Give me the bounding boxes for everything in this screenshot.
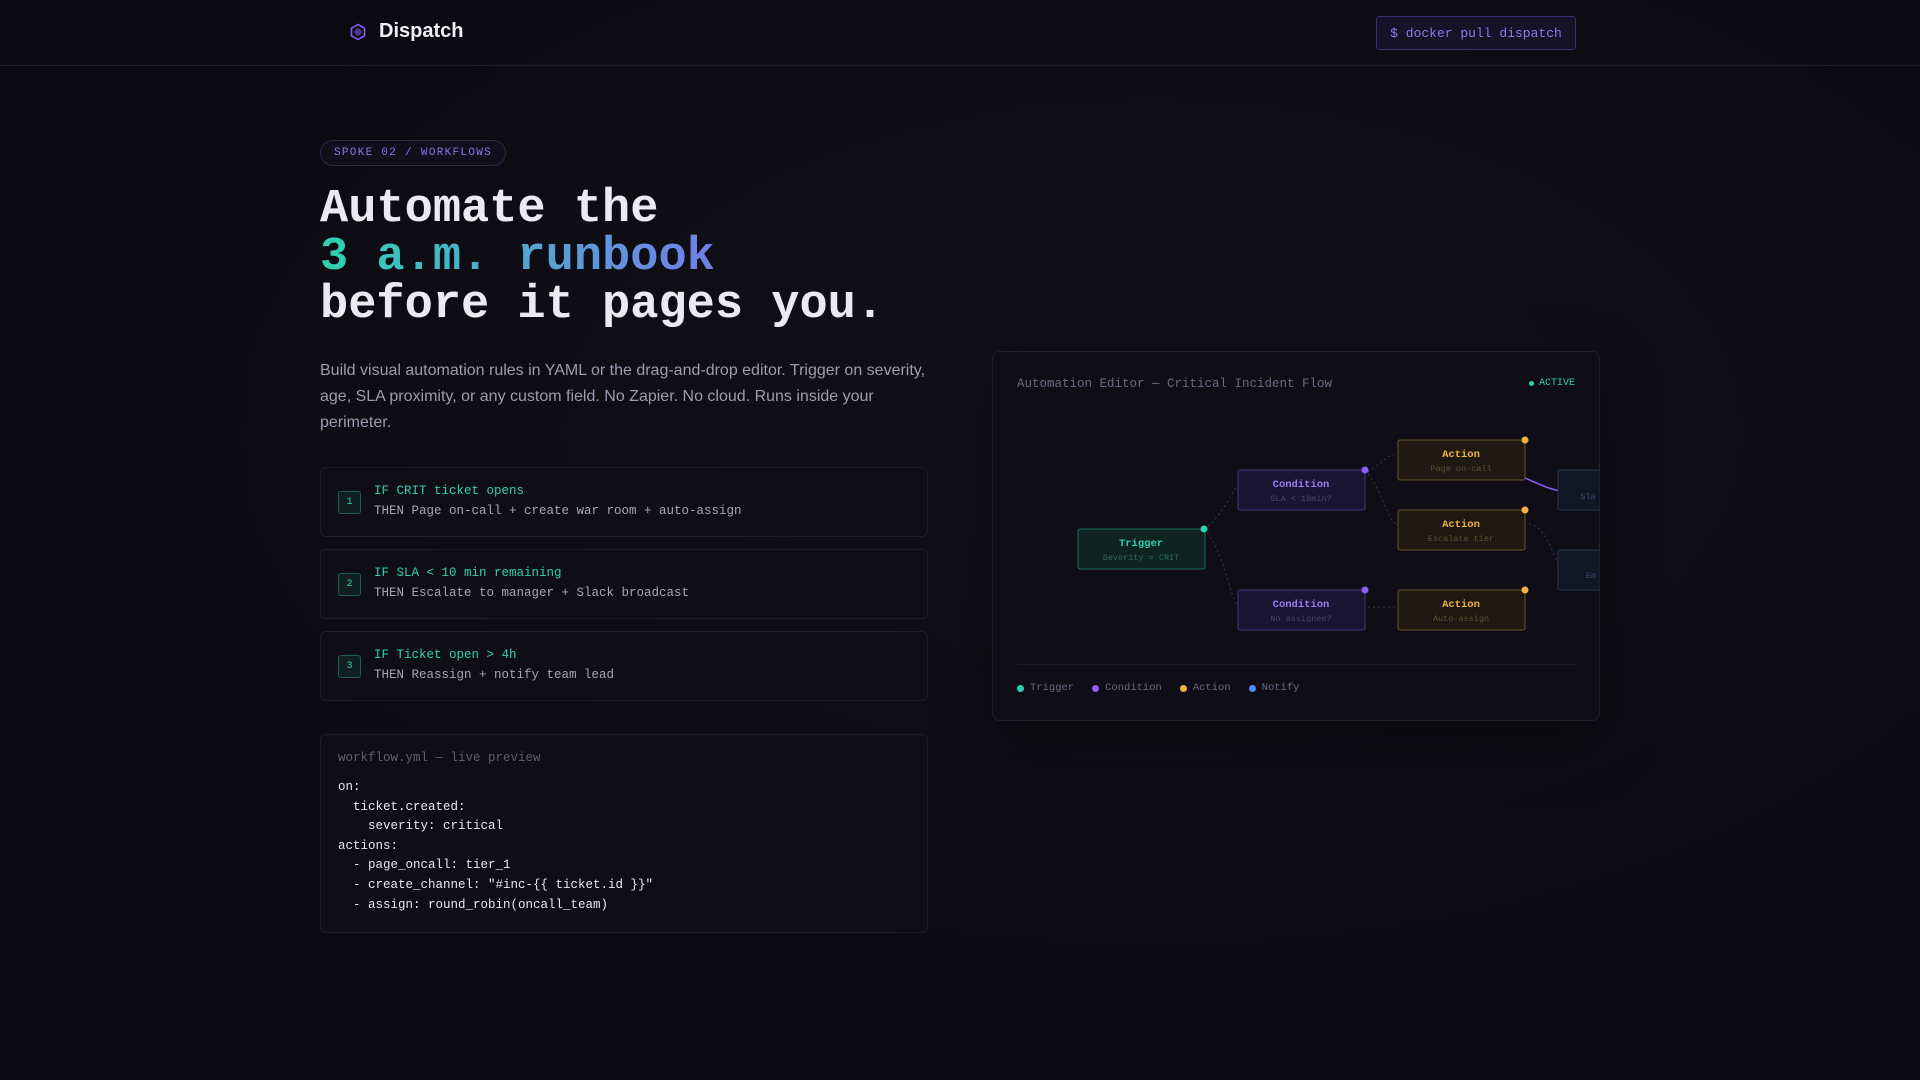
rule-action: THEN Page on-call + create war room + au… bbox=[374, 504, 742, 518]
legend-label: Notify bbox=[1261, 682, 1300, 694]
legend-item-trigger: Trigger bbox=[1017, 682, 1074, 694]
action-node-label: Action bbox=[1442, 449, 1480, 461]
condition-node-detail: SLA < 10min? bbox=[1270, 494, 1331, 504]
yaml-code: on: ticket.created: severity: critical a… bbox=[338, 780, 654, 912]
action-node[interactable]: Action Page on-call bbox=[1397, 436, 1529, 481]
title-line-1: Automate the bbox=[320, 183, 659, 236]
trigger-node[interactable]: Trigger Severity = CRIT bbox=[1077, 525, 1208, 570]
rule-card: 1 IF CRIT ticket opens THEN Page on-call… bbox=[320, 467, 928, 537]
legend-item-action: Action bbox=[1179, 682, 1231, 694]
action-output-port-icon bbox=[1521, 506, 1529, 514]
brand[interactable]: Dispatch bbox=[349, 20, 463, 43]
condition-output-port-icon bbox=[1361, 466, 1369, 474]
action-dot-icon bbox=[1179, 684, 1187, 692]
rule-card: 3 IF Ticket open > 4h THEN Reassign + no… bbox=[320, 631, 928, 701]
condition-output-port-icon bbox=[1361, 586, 1369, 594]
rule-card: 2 IF SLA < 10 min remaining THEN Escalat… bbox=[320, 549, 928, 619]
action-node-label: Action bbox=[1442, 599, 1480, 611]
hero-description: Build visual automation rules in YAML or… bbox=[320, 362, 926, 431]
automation-editor-card: Automation Editor — Critical Incident Fl… bbox=[992, 351, 1600, 721]
rule-number-badge: 3 bbox=[338, 655, 361, 678]
condition-node[interactable]: Condition SLA < 10min? bbox=[1237, 466, 1369, 511]
section-tag: SPOKE 02 / WORKFLOWS bbox=[320, 140, 507, 166]
brand-name: Dispatch bbox=[379, 20, 464, 42]
action-node-detail: Auto-assign bbox=[1433, 614, 1489, 624]
hexagon-logo-icon bbox=[350, 23, 366, 40]
action-output-port-icon bbox=[1521, 436, 1529, 444]
top-nav: Dispatch $ docker pull dispatch bbox=[0, 0, 1920, 66]
docker-pull-button[interactable]: $ docker pull dispatch bbox=[1376, 16, 1576, 50]
title-line-3: before it pages you. bbox=[320, 279, 885, 332]
rule-action: THEN Escalate to manager + Slack broadca… bbox=[374, 586, 690, 600]
legend-label: Action bbox=[1192, 682, 1231, 694]
rule-number-badge: 2 bbox=[338, 573, 361, 596]
action-node[interactable]: Action Auto-assign bbox=[1397, 586, 1529, 631]
page-title: Automate the 3 a.m. runbook before it pa… bbox=[320, 186, 884, 330]
flow-canvas[interactable]: Trigger Severity = CRIT Condition SLA < … bbox=[993, 352, 1600, 664]
trigger-dot-icon bbox=[1017, 684, 1024, 692]
trigger-output-port-icon bbox=[1200, 525, 1208, 533]
condition-dot-icon bbox=[1092, 684, 1100, 692]
legend-label: Condition bbox=[1105, 682, 1162, 694]
action-node-label: Action bbox=[1442, 519, 1480, 531]
notify-node-detail: Em bbox=[1586, 571, 1596, 581]
condition-node-label: Condition bbox=[1273, 479, 1330, 491]
legend-item-notify: Notify bbox=[1248, 682, 1300, 694]
legend-item-condition: Condition bbox=[1092, 682, 1162, 694]
yaml-preview-title: workflow.yml — live preview bbox=[338, 751, 541, 765]
rule-condition: IF SLA < 10 min remaining bbox=[374, 566, 562, 580]
action-output-port-icon bbox=[1521, 586, 1529, 594]
rule-condition: IF Ticket open > 4h bbox=[374, 648, 517, 662]
trigger-node-detail: Severity = CRIT bbox=[1103, 553, 1180, 563]
trigger-node-label: Trigger bbox=[1119, 538, 1163, 550]
action-node[interactable]: Action Escalate tier bbox=[1397, 506, 1529, 551]
editor-divider bbox=[1017, 664, 1577, 665]
condition-node-label: Condition bbox=[1273, 599, 1330, 611]
notify-dot-icon bbox=[1248, 684, 1256, 692]
yaml-preview-panel: workflow.yml — live preview on: ticket.c… bbox=[320, 734, 928, 933]
condition-node[interactable]: Condition No assignee? bbox=[1237, 586, 1369, 631]
rule-action: THEN Reassign + notify team lead bbox=[374, 668, 615, 682]
notify-node[interactable]: Sla bbox=[1557, 469, 1600, 511]
title-line-2-highlight: 3 a.m. runbook bbox=[320, 234, 884, 282]
rule-condition: IF CRIT ticket opens bbox=[374, 484, 525, 498]
rule-number-badge: 1 bbox=[338, 491, 361, 514]
condition-node-detail: No assignee? bbox=[1270, 614, 1331, 624]
action-node-detail: Page on-call bbox=[1430, 464, 1491, 474]
action-node-detail: Escalate tier bbox=[1428, 534, 1494, 544]
notify-node[interactable]: Em bbox=[1557, 549, 1600, 591]
notify-node-detail: Sla bbox=[1580, 492, 1595, 502]
legend-label: Trigger bbox=[1030, 682, 1075, 694]
flow-legend: Trigger Condition Action Notify bbox=[1017, 682, 1299, 694]
